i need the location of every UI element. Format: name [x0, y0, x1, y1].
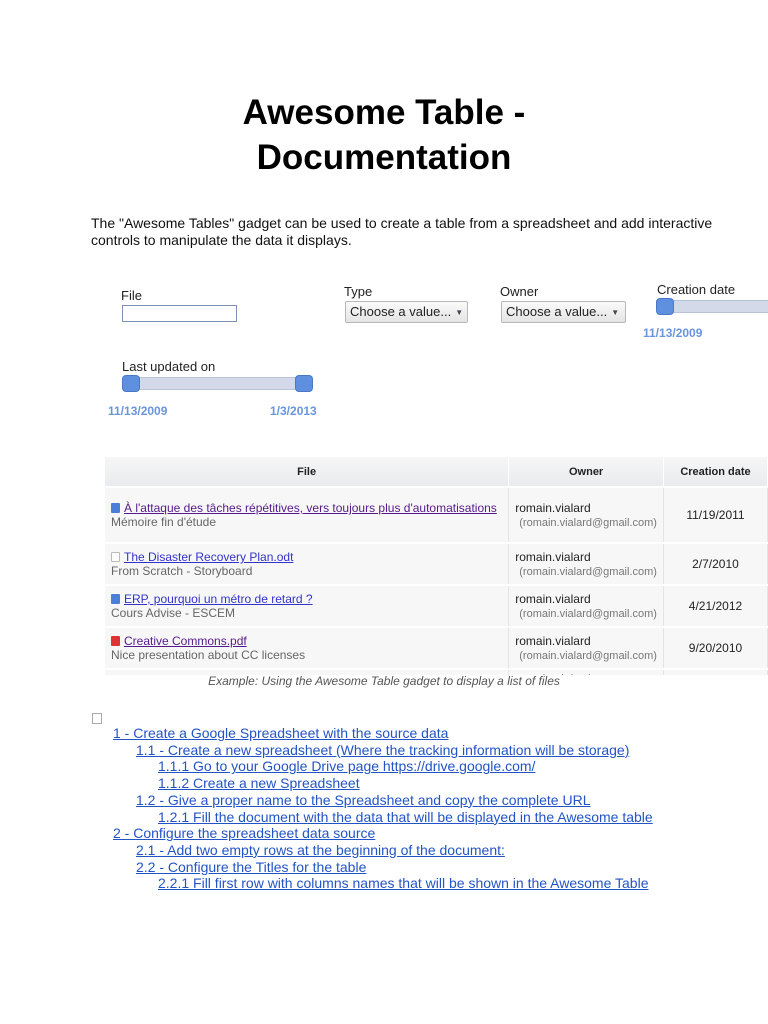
type-filter-label: Type	[344, 284, 373, 299]
file-filter-label: File	[121, 288, 142, 303]
owner-email: (romain.vialard@gmail.com)	[519, 608, 657, 620]
toc-link[interactable]: 2.2.1 Fill first row with columns names …	[158, 875, 649, 892]
type-filter-value: Choose a value...	[350, 304, 452, 319]
owner-filter-value: Choose a value...	[506, 304, 608, 319]
creation-date-start-handle[interactable]	[656, 298, 674, 315]
last-updated-slider[interactable]	[126, 377, 308, 390]
creation-date-slider[interactable]	[660, 300, 768, 313]
owner-cell: romain.vialard (romain.vialard@gmail.com)	[508, 542, 664, 585]
toc-link[interactable]: 1.1.1 Go to your Google Drive page https…	[158, 758, 535, 775]
page-title-line2: Documentation	[256, 138, 512, 177]
files-table-clip: File Owner Creation date À l'attaque des…	[105, 457, 768, 675]
owner-name: romain.vialard	[515, 501, 591, 515]
type-filter-select[interactable]: Choose a value... ▼	[345, 301, 468, 323]
file-description: Mémoire fin d'étude	[111, 515, 217, 529]
table-row: ERP, pourquoi un métro de retard ? Cours …	[105, 584, 768, 627]
creation-date-cell: 2/7/2010	[663, 542, 768, 585]
intro-paragraph: The "Awesome Tables" gadget can be used …	[91, 215, 713, 248]
file-filter-input[interactable]	[122, 305, 237, 322]
owner-cell: romain.vialard (romain.vialard@gmail.com)	[508, 584, 664, 627]
last-updated-start: 11/13/2009	[108, 404, 168, 418]
file-description: From Scratch - Storyboard	[111, 564, 253, 578]
column-header-creation-date[interactable]: Creation date	[663, 457, 768, 487]
dropdown-arrow-icon: ▼	[611, 307, 620, 317]
table-row: The Disaster Recovery Plan.odt From Scrat…	[105, 542, 768, 585]
page-title: Awesome Table -	[242, 93, 526, 132]
owner-email: (romain.vialard@gmail.com)	[519, 650, 657, 662]
owner-filter-label: Owner	[500, 284, 539, 299]
file-description: Cours Advise - ESCEM	[111, 606, 236, 620]
column-header-file[interactable]: File	[105, 457, 510, 487]
pdf-icon	[111, 636, 120, 646]
file-link[interactable]: The Disaster Recovery Plan.odt	[124, 550, 293, 564]
last-updated-filter-label: Last updated on	[122, 359, 216, 374]
last-updated-end-handle[interactable]	[295, 375, 313, 392]
dropdown-arrow-icon: ▼	[455, 307, 464, 317]
toc-link[interactable]: 2 - Configure the spreadsheet data sourc…	[113, 825, 375, 842]
file-link[interactable]: À l'attaque des tâches répétitives, vers…	[124, 501, 497, 515]
toc-link[interactable]: 1.1 - Create a new spreadsheet (Where th…	[136, 742, 629, 759]
files-table: File Owner Creation date À l'attaque des…	[105, 457, 768, 675]
creation-date-filter-label: Creation date	[657, 282, 736, 297]
blank-file-icon	[111, 552, 120, 562]
last-updated-start-handle[interactable]	[122, 375, 140, 392]
column-header-owner[interactable]: Owner	[508, 457, 664, 487]
toc-link[interactable]: 2.1 - Add two empty rows at the beginnin…	[136, 842, 505, 859]
toc-link[interactable]: 2.2 - Configure the Titles for the table	[136, 859, 366, 876]
owner-name: romain.vialard	[515, 592, 591, 606]
owner-name: romain.vialard	[515, 550, 591, 564]
file-cell: ERP, pourquoi un métro de retard ? Cours …	[105, 584, 510, 627]
table-row: À l'attaque des tâches répétitives, vers…	[105, 486, 768, 543]
file-cell: The Disaster Recovery Plan.odt From Scrat…	[105, 542, 510, 585]
toc-link[interactable]: 1.1.2 Create a new Spreadsheet	[158, 775, 360, 792]
owner-filter-select[interactable]: Choose a value... ▼	[501, 301, 626, 323]
document-icon	[111, 594, 120, 604]
file-link[interactable]: Creative Commons.pdf	[124, 634, 247, 648]
checkbox-glyph-icon	[92, 713, 102, 724]
file-cell: À l'attaque des tâches répétitives, vers…	[105, 486, 510, 543]
owner-name: romain.vialard	[515, 634, 591, 648]
creation-date-cell: 4/21/2012	[663, 584, 768, 627]
creation-date-cell: 9/20/2010	[663, 626, 768, 669]
table-caption: Example: Using the Awesome Table gadget …	[208, 674, 560, 688]
owner-cell: romain.vialard (romain.vialard@gmail.com)	[508, 486, 664, 543]
table-row: Creative Commons.pdf Nice presentation ab…	[105, 626, 768, 669]
owner-cell: romain.vialard (romain.vialard@gmail.com)	[508, 626, 664, 669]
file-link[interactable]: ERP, pourquoi un métro de retard ?	[124, 592, 313, 606]
creation-date-cell: 11/19/2011	[663, 486, 768, 543]
document-icon	[111, 503, 120, 513]
last-updated-end: 1/3/2013	[270, 404, 317, 418]
owner-email: (romain.vialard@gmail.com)	[519, 566, 657, 578]
owner-email: (romain.vialard@gmail.com)	[519, 517, 657, 529]
creation-date-start: 11/13/2009	[643, 326, 703, 340]
file-cell: Creative Commons.pdf Nice presentation ab…	[105, 626, 510, 669]
toc-link[interactable]: 1.2.1 Fill the document with the data th…	[158, 809, 653, 826]
toc-link[interactable]: 1 - Create a Google Spreadsheet with the…	[113, 725, 448, 742]
toc-link[interactable]: 1.2 - Give a proper name to the Spreadsh…	[136, 792, 591, 809]
file-description: Nice presentation about CC licenses	[111, 648, 306, 662]
